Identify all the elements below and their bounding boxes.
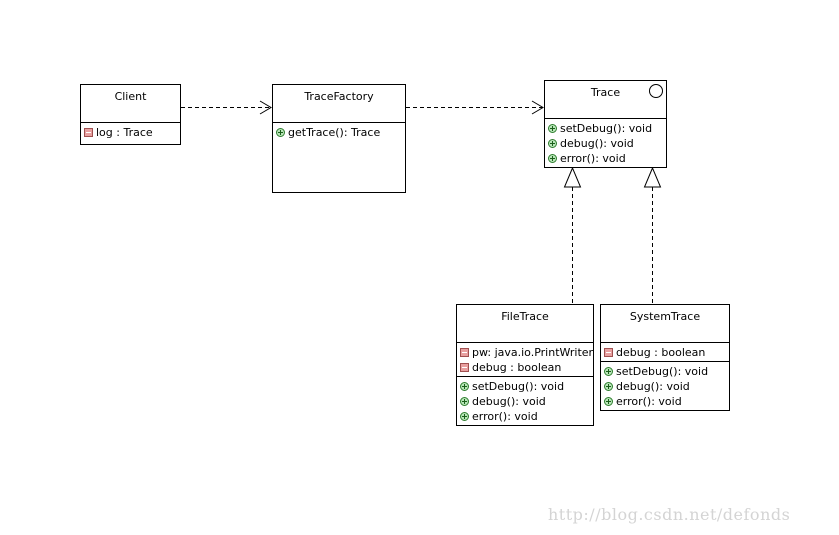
class-header: FileTrace: [457, 305, 593, 343]
operation-text: error(): void: [472, 410, 538, 423]
public-visibility-icon: [548, 139, 557, 148]
operation-row: error(): void: [460, 409, 593, 424]
class-trace[interactable]: Trace setDebug(): void debug(): void err…: [544, 80, 667, 168]
operation-text: error(): void: [616, 395, 682, 408]
attribute-text: pw: java.io.PrintWriter: [472, 346, 594, 359]
public-visibility-icon: [460, 412, 469, 421]
class-systemtrace[interactable]: SystemTrace debug : boolean setDebug(): …: [600, 304, 730, 411]
operations-section: setDebug(): void debug(): void error(): …: [545, 119, 666, 167]
operation-row: error(): void: [604, 394, 729, 409]
class-header: Trace: [545, 81, 666, 119]
operations-section: setDebug(): void debug(): void error(): …: [457, 377, 593, 425]
attribute-text: log : Trace: [96, 126, 153, 139]
public-visibility-icon: [604, 382, 613, 391]
operation-row: debug(): void: [604, 379, 729, 394]
class-tracefactory[interactable]: TraceFactory getTrace(): Trace: [272, 84, 406, 193]
operation-text: setDebug(): void: [616, 365, 709, 378]
operation-text: setDebug(): void: [560, 122, 653, 135]
watermark-text: http://blog.csdn.net/defonds: [548, 505, 791, 524]
attribute-row: pw: java.io.PrintWriter: [460, 345, 593, 360]
public-visibility-icon: [548, 124, 557, 133]
public-visibility-icon: [276, 128, 285, 137]
public-visibility-icon: [460, 397, 469, 406]
public-visibility-icon: [604, 397, 613, 406]
class-name: SystemTrace: [629, 310, 701, 323]
operation-text: debug(): void: [472, 395, 546, 408]
attributes-section: pw: java.io.PrintWriter debug : boolean: [457, 343, 593, 377]
operations-section: setDebug(): void debug(): void error(): …: [601, 362, 729, 410]
class-name: Trace: [590, 86, 621, 99]
class-name: TraceFactory: [304, 90, 374, 103]
operation-row: setDebug(): void: [548, 121, 666, 136]
class-header: SystemTrace: [601, 305, 729, 343]
operation-text: getTrace(): Trace: [288, 126, 381, 139]
operation-row: setDebug(): void: [460, 379, 593, 394]
operation-text: debug(): void: [616, 380, 690, 393]
attributes-section: log : Trace: [81, 123, 180, 141]
attribute-row: debug : boolean: [604, 345, 729, 360]
operation-row: error(): void: [548, 151, 666, 166]
attributes-section: debug : boolean: [601, 343, 729, 362]
operation-row: setDebug(): void: [604, 364, 729, 379]
public-visibility-icon: [460, 382, 469, 391]
hollow-triangle-icon: [643, 166, 662, 188]
public-visibility-icon: [548, 154, 557, 163]
class-filetrace[interactable]: FileTrace pw: java.io.PrintWriter debug …: [456, 304, 594, 426]
operation-text: debug(): void: [560, 137, 634, 150]
operation-row: getTrace(): Trace: [276, 125, 405, 140]
public-visibility-icon: [604, 367, 613, 376]
operation-row: debug(): void: [548, 136, 666, 151]
attribute-text: debug : boolean: [472, 361, 562, 374]
private-visibility-icon: [604, 348, 613, 357]
operation-text: error(): void: [560, 152, 626, 165]
attribute-row: debug : boolean: [460, 360, 593, 375]
interface-circle-icon: [649, 84, 663, 98]
hollow-triangle-icon: [563, 166, 582, 188]
operation-row: debug(): void: [460, 394, 593, 409]
attribute-row: log : Trace: [84, 125, 180, 140]
class-header: TraceFactory: [273, 85, 405, 123]
attribute-text: debug : boolean: [616, 346, 706, 359]
class-name: Client: [114, 90, 147, 103]
operations-section: getTrace(): Trace: [273, 123, 405, 141]
class-name: FileTrace: [501, 310, 549, 323]
class-header: Client: [81, 85, 180, 123]
private-visibility-icon: [460, 363, 469, 372]
private-visibility-icon: [84, 128, 93, 137]
relationship-layer: [181, 100, 662, 303]
private-visibility-icon: [460, 348, 469, 357]
operation-text: setDebug(): void: [472, 380, 565, 393]
class-client[interactable]: Client log : Trace: [80, 84, 181, 145]
